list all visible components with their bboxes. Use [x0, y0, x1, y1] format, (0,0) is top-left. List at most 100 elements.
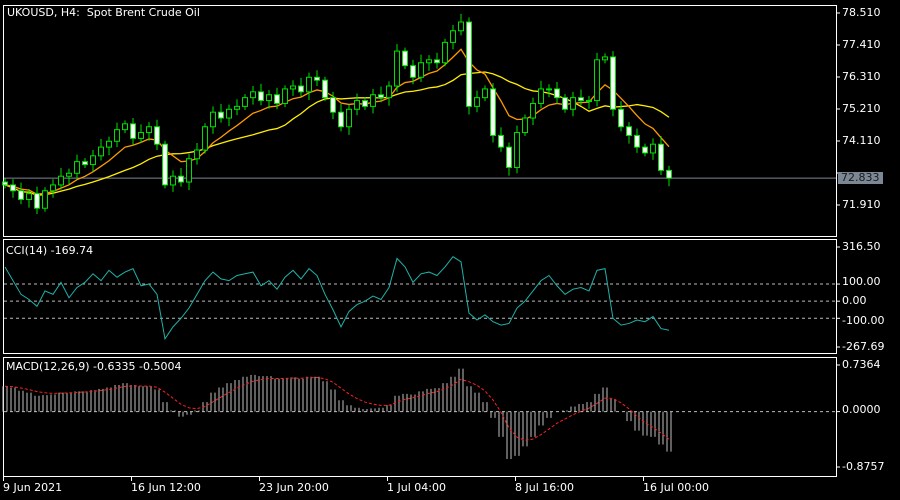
candle-body [458, 21, 464, 32]
candle-body [594, 59, 600, 102]
price-tick: 74.110 [842, 134, 881, 147]
symbol-description: Spot Brent Crude Oil [86, 6, 200, 19]
candle-body [538, 88, 544, 104]
candle-body [274, 94, 280, 104]
macd-tick: -0.8757 [842, 460, 885, 473]
price-pane [3, 5, 837, 237]
candle-body [378, 94, 384, 99]
cci-tick: 0.00 [842, 294, 867, 307]
candle-body [90, 155, 96, 166]
candle-body [610, 56, 616, 110]
ma-fast-line [4, 48, 670, 195]
candle-body [658, 143, 664, 171]
candle-body [498, 134, 504, 148]
cci-label: CCI(14) -169.74 [6, 244, 94, 257]
candle-body [170, 175, 176, 186]
candle-body [290, 85, 296, 90]
price-tick: 76.310 [842, 70, 881, 83]
time-tick: 9 Jun 2021 [3, 481, 63, 494]
candle-body [394, 50, 400, 87]
candle-body [314, 76, 320, 81]
candle-body [386, 85, 392, 99]
cci-tick: 100.00 [842, 275, 881, 288]
macd-label: MACD(12,26,9) -0.6335 -0.5004 [6, 360, 182, 373]
candle-body [402, 50, 408, 67]
candle-body [330, 97, 336, 113]
candle-body [530, 102, 536, 119]
price-tick: 71.910 [842, 198, 881, 211]
candle-body [106, 140, 112, 148]
candle-body [466, 21, 472, 107]
candle-body [42, 190, 48, 209]
candle-body [362, 100, 368, 107]
candle-body [194, 149, 200, 160]
price-tick: 75.210 [842, 102, 881, 115]
candle-body [26, 193, 32, 200]
candle-body [482, 88, 488, 99]
candle-body [306, 76, 312, 93]
chart-title: UKOUSD, H4: Spot Brent Crude Oil [7, 7, 200, 19]
candle-body [10, 184, 16, 192]
candle-body [210, 111, 216, 128]
candle-body [514, 132, 520, 168]
candle-body [650, 143, 656, 154]
last-price-label: 72.833 [838, 172, 883, 184]
candle-body [506, 146, 512, 168]
candle-body [578, 97, 584, 102]
candle-body [450, 30, 456, 43]
candle-body [2, 181, 8, 186]
candle-body [82, 161, 88, 166]
cci-line [4, 256, 670, 341]
macd-tick: 0.7364 [842, 358, 881, 371]
candle-body [226, 108, 232, 119]
candle-body [146, 126, 152, 134]
candle-body [130, 123, 136, 139]
candle-body [162, 143, 168, 186]
candle-body [34, 193, 40, 209]
candle-body [282, 88, 288, 104]
candle-body [634, 134, 640, 148]
symbol-label: UKOUSD, H4: [7, 6, 80, 19]
candle-body [298, 85, 304, 93]
candle-body [138, 132, 144, 139]
candle-body [626, 126, 632, 136]
candle-body [570, 97, 576, 110]
cci-tick: -267.69 [842, 340, 885, 353]
candle-body [618, 108, 624, 128]
candle-body [666, 169, 672, 179]
candle-body [586, 100, 592, 103]
candle-body [554, 88, 560, 99]
candle-body [322, 79, 328, 99]
candle-body [114, 129, 120, 142]
cci-tick: 316.50 [842, 240, 881, 253]
candle-body [186, 158, 192, 183]
candle-body [546, 88, 552, 91]
candle-body [370, 94, 376, 107]
candle-body [202, 126, 208, 151]
candle-body [562, 97, 568, 110]
candle-body [218, 111, 224, 119]
ma-slow-line [4, 71, 670, 197]
candle-body [602, 56, 608, 61]
cci-tick: -100.00 [842, 314, 885, 327]
candle-body [474, 97, 480, 107]
macd-pane [3, 357, 837, 477]
time-tick: 8 Jul 16:00 [515, 481, 574, 494]
candle-body [642, 146, 648, 154]
candle-body [426, 59, 432, 64]
candle-body [490, 88, 496, 136]
candle-body [250, 91, 256, 99]
candle-body [58, 175, 64, 186]
candle-body [354, 100, 360, 110]
macd-signal-line [4, 376, 670, 441]
time-tick: 23 Jun 20:00 [259, 481, 329, 494]
time-tick: 16 Jul 00:00 [643, 481, 709, 494]
candle-body [522, 117, 528, 134]
candle-body [266, 94, 272, 102]
candle-body [74, 161, 80, 174]
chart-canvas [2, 5, 840, 481]
candle-body [418, 62, 424, 78]
candle-body [98, 146, 104, 157]
candle-body [346, 108, 352, 128]
candle-body [338, 111, 344, 128]
